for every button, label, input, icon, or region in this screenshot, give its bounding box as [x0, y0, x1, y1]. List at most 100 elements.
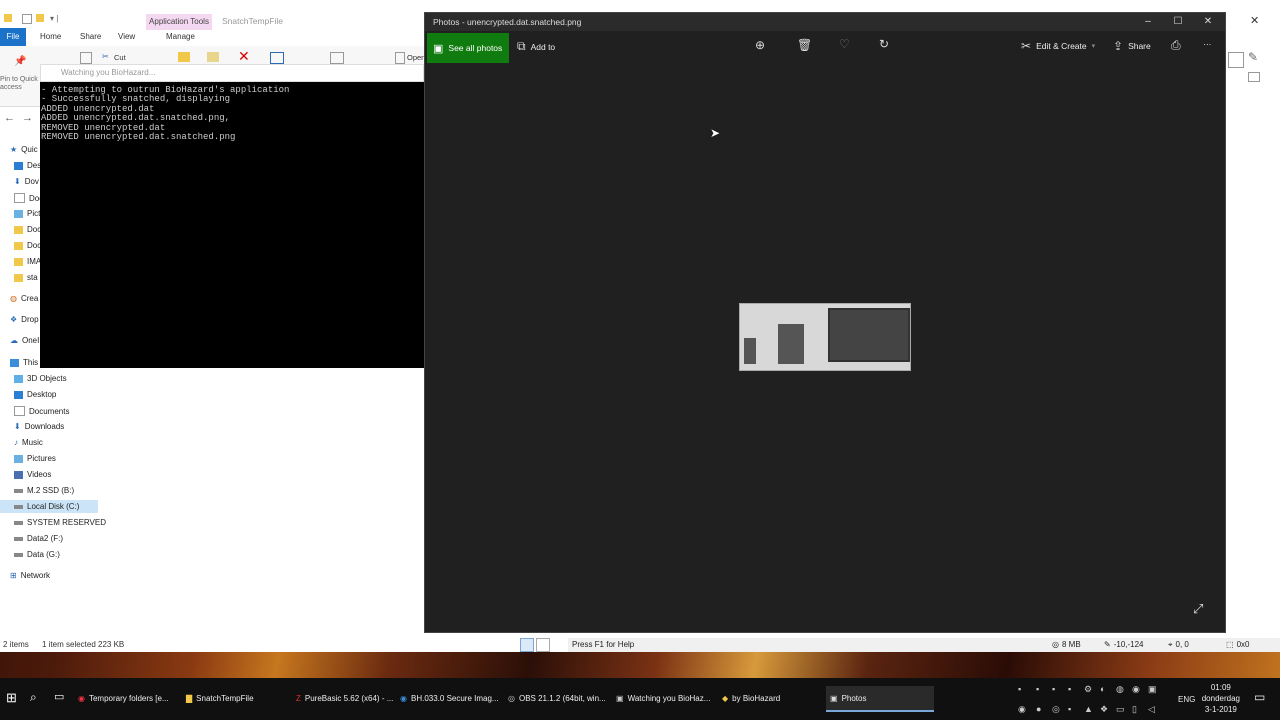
tray-icon[interactable]: ⚙ [1084, 684, 1092, 695]
quick-access-item[interactable]: ★ Quic [10, 145, 38, 154]
fullscreen-icon[interactable]: ⤢ [1193, 601, 1203, 617]
tray-icon[interactable]: ▪ [1068, 704, 1071, 714]
nav-item[interactable]: SYSTEM RESERVED [14, 518, 106, 527]
zoom-icon[interactable]: ⊕ [755, 38, 765, 52]
taskbar-item[interactable]: ◉ Temporary folders [e... [78, 686, 169, 710]
details-view-icon[interactable] [520, 638, 534, 652]
share-button[interactable]: ⇪ Share [1113, 39, 1151, 53]
nav-item[interactable]: ◍ Crea [10, 294, 38, 303]
nav-item[interactable]: Doc [14, 193, 43, 203]
tray-icon[interactable]: ▲ [1084, 704, 1093, 714]
delete-icon[interactable]: 🗑 [797, 38, 812, 52]
nav-item[interactable]: ❖ Drop [10, 315, 39, 324]
tray-icon[interactable]: ▪ [1018, 684, 1021, 694]
more-button[interactable]: ··· [1203, 39, 1212, 49]
language-indicator[interactable]: ENG [1178, 695, 1195, 704]
nav-item[interactable]: ⬇ Downloads [14, 422, 64, 431]
nav-item[interactable]: Pictures [14, 454, 56, 463]
copy-icon[interactable] [80, 52, 92, 64]
cut-label[interactable]: Cut [114, 53, 126, 62]
search-icon[interactable]: ⌕ [30, 690, 37, 705]
nav-item[interactable]: ♪ Music [14, 438, 43, 447]
tray-icon[interactable]: ▪ [1036, 684, 1039, 694]
taskbar-item[interactable]: ◆ by BioHazard [722, 686, 780, 710]
taskbar-item[interactable]: Z PureBasic 5.62 (x64) - ... [296, 686, 393, 710]
dropbox-icon[interactable]: ❖ [1100, 704, 1108, 715]
taskbar-item[interactable]: ▇ SnatchTempFile [186, 686, 254, 710]
add-to-button[interactable]: ⧉ Add to [517, 39, 555, 54]
pin-icon[interactable]: 📌 [14, 56, 26, 67]
taskbar-item[interactable]: ▣ Watching you BioHaz... [616, 686, 710, 710]
power-icon[interactable]: ▯ [1132, 704, 1137, 715]
large-icons-view-icon[interactable] [536, 638, 550, 652]
nav-item[interactable]: Des [14, 161, 41, 170]
photos-titlebar[interactable]: Photos - unencrypted.dat.snatched.png – … [425, 13, 1225, 31]
tab-manage[interactable]: Manage [166, 32, 195, 41]
console-titlebar[interactable]: Watching you BioHazard... [40, 64, 424, 82]
start-icon[interactable]: ⊞ [6, 690, 17, 706]
move-to-icon[interactable] [178, 52, 190, 62]
nav-item[interactable]: Doc [14, 241, 41, 250]
forward-arrow-icon[interactable]: → [22, 112, 33, 124]
nav-item-network[interactable]: ⊞ Network [10, 571, 50, 580]
edit-pencil-icon[interactable]: ✎ [1248, 50, 1258, 64]
nav-item[interactable]: Desktop [14, 390, 56, 399]
open-icon[interactable] [395, 52, 405, 64]
tray-icon[interactable]: ◉ [1018, 704, 1026, 715]
tab-file[interactable]: File [0, 28, 26, 46]
tray-icon[interactable]: ◐ [1100, 684, 1105, 694]
print-icon[interactable]: ⎙ [1171, 38, 1181, 53]
nav-item[interactable]: M.2 SSD (B:) [14, 486, 74, 495]
copy-to-icon[interactable] [207, 52, 219, 62]
explorer-close-icon[interactable]: ✕ [1250, 14, 1259, 27]
tray-icon[interactable]: ◉ [1132, 684, 1140, 695]
nav-item[interactable]: sta [14, 273, 38, 282]
rename-icon[interactable] [270, 52, 284, 64]
tab-view[interactable]: View [118, 32, 135, 41]
heart-icon[interactable]: ♡ [839, 37, 850, 51]
edit-create-button[interactable]: ✂ Edit & Create ▾ [1021, 39, 1095, 53]
nav-item[interactable]: Videos [14, 470, 51, 479]
maximize-button[interactable]: ☐ [1163, 13, 1193, 31]
new-item-icon[interactable] [330, 52, 344, 64]
properties-icon[interactable] [22, 14, 32, 24]
taskbar-item[interactable]: ◉ BH.033.0 Secure Imag... [400, 686, 499, 710]
small-window-icon[interactable] [1248, 72, 1260, 82]
nav-item[interactable]: ⬇ Dov [14, 177, 39, 186]
tray-icon[interactable]: ▪ [1068, 684, 1071, 694]
tray-icon[interactable]: ◍ [1116, 684, 1124, 695]
action-center-icon[interactable]: ▭ [1254, 690, 1265, 704]
open-label[interactable]: Open [407, 53, 425, 62]
cut-icon[interactable]: ✂ [102, 52, 109, 61]
tab-home[interactable]: Home [40, 32, 61, 41]
nav-item-local-disk[interactable]: Local Disk (C:) [0, 500, 98, 513]
nav-item[interactable]: ☁ OneI [10, 336, 39, 345]
nav-item[interactable]: Data2 (F:) [14, 534, 63, 543]
nav-item[interactable]: 3D Objects [14, 374, 67, 383]
network-icon[interactable]: ▭ [1116, 704, 1125, 715]
task-view-icon[interactable]: ▭ [54, 690, 64, 703]
tray-icon[interactable]: ● [1036, 704, 1041, 714]
tab-share[interactable]: Share [80, 32, 101, 41]
see-all-photos-button[interactable]: ▣ See all photos [427, 33, 509, 63]
nav-item[interactable]: Documents [14, 406, 69, 416]
pin-label[interactable]: Pin to Quick access [0, 76, 40, 92]
nav-item[interactable]: Data (G:) [14, 550, 60, 559]
nav-item[interactable]: IMA [14, 257, 41, 266]
rotate-icon[interactable]: ↻ [879, 37, 889, 51]
taskbar-item-photos[interactable]: ▣ Photos [826, 686, 934, 712]
select-box-icon[interactable] [1228, 52, 1244, 68]
close-button[interactable]: ✕ [1193, 13, 1223, 31]
tray-icon[interactable]: ▣ [1148, 684, 1157, 695]
nav-item[interactable]: Pict [14, 209, 40, 218]
minimize-button[interactable]: – [1133, 13, 1163, 31]
tray-icon[interactable]: ▪ [1052, 684, 1055, 694]
qat-dropdown-icon[interactable]: ▾ | [50, 14, 58, 23]
delete-icon[interactable]: ✕ [238, 48, 250, 65]
taskbar-item[interactable]: ◎ OBS 21.1.2 (64bit, win... [508, 686, 606, 710]
nav-item[interactable]: Doc [14, 225, 41, 234]
new-folder-icon[interactable] [36, 14, 44, 22]
volume-icon[interactable]: ◁ [1148, 704, 1155, 715]
tray-icon[interactable]: ◎ [1052, 704, 1060, 715]
back-arrow-icon[interactable]: ← [4, 112, 15, 124]
